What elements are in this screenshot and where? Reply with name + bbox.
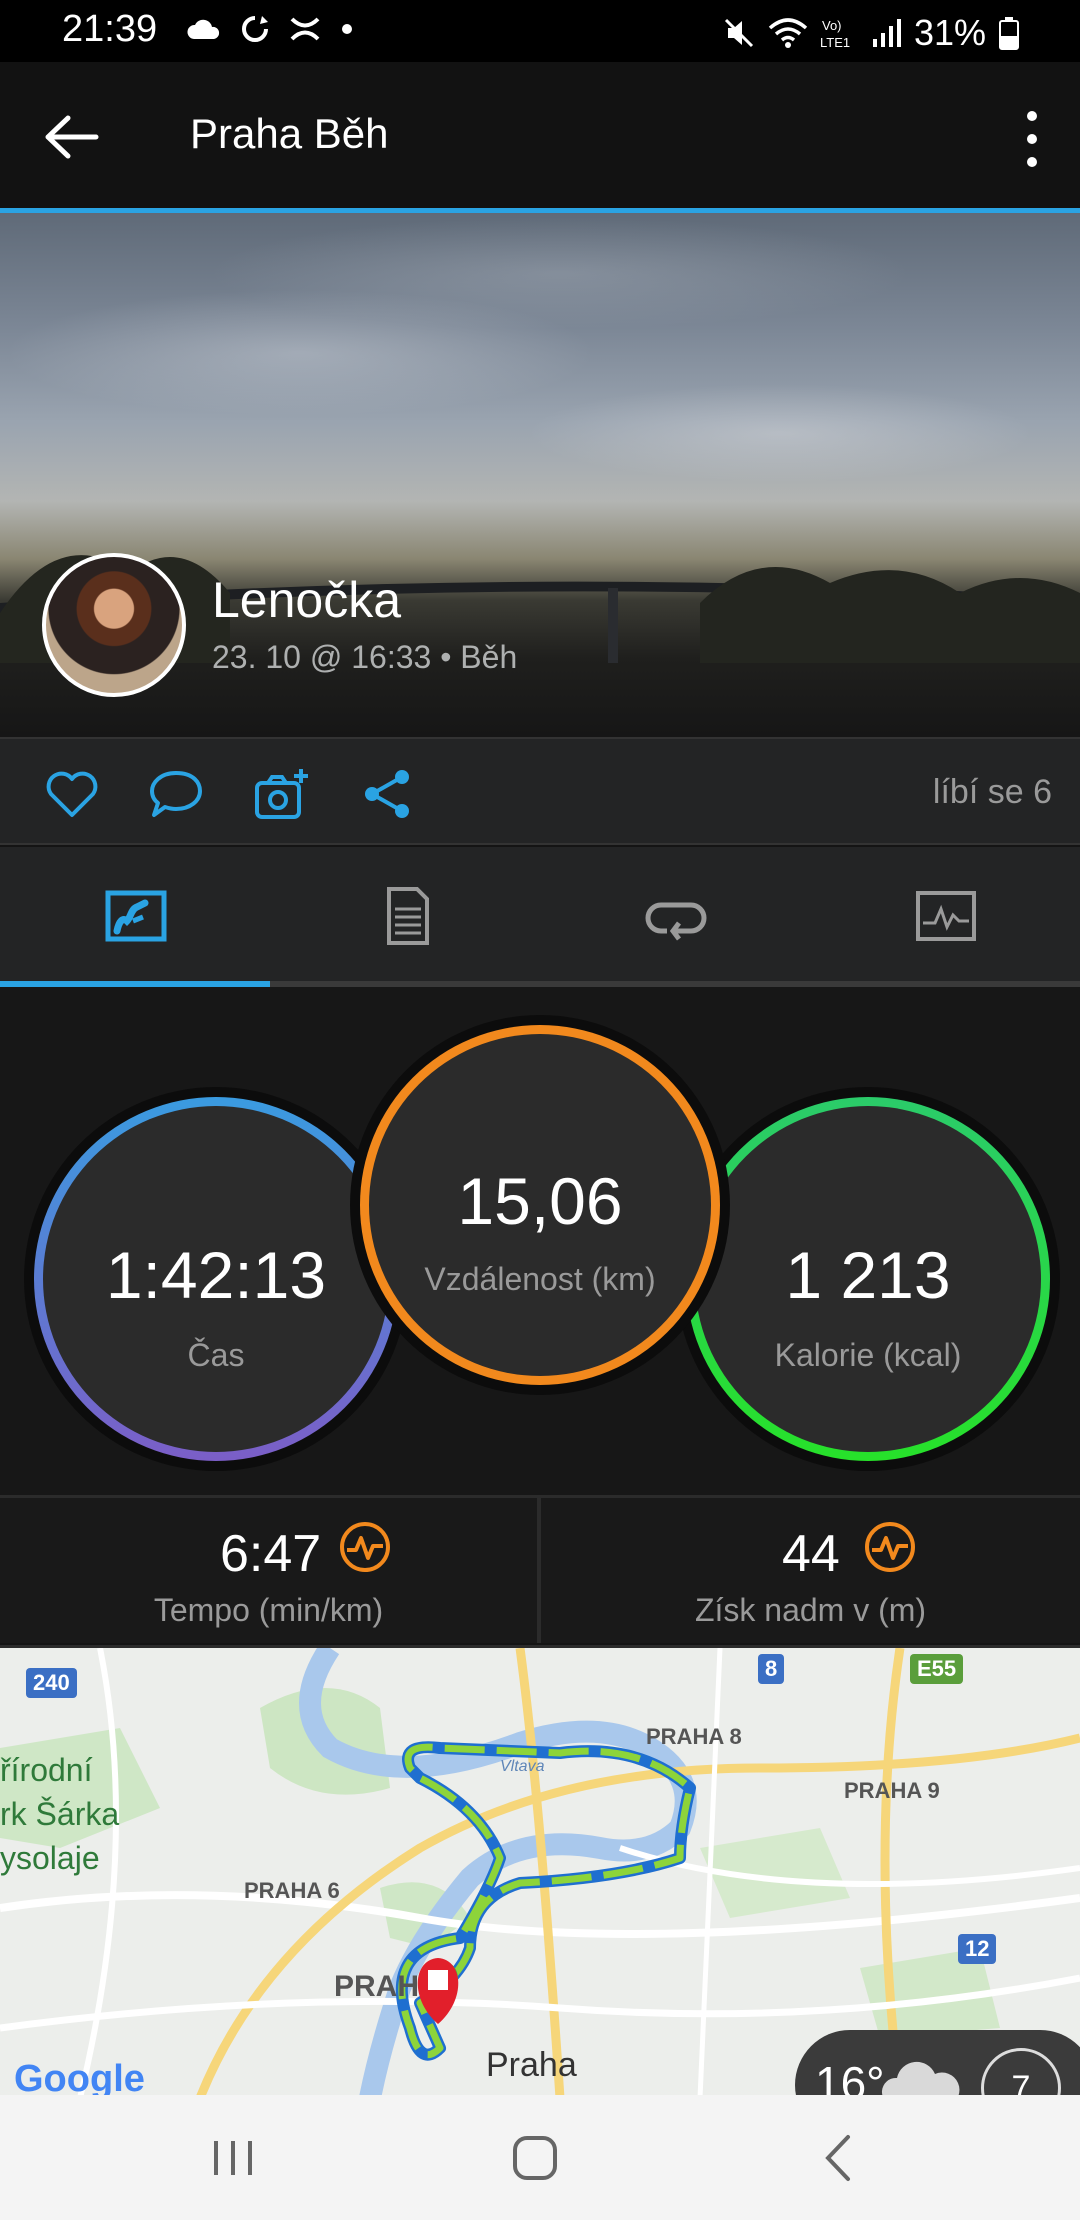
sky-clouds: [0, 213, 1080, 573]
time-label: Čas: [187, 1337, 245, 1373]
pace-label: Tempo (min/km): [153, 1592, 384, 1628]
signal-icon: [872, 19, 901, 47]
stats-panel: 1:42:13 Čas 1 213 Kalorie (kcal) 15,06 V…: [0, 987, 1080, 1495]
time-ring[interactable]: 1:42:13 Čas: [34, 1097, 398, 1461]
like-heart-icon[interactable]: [44, 767, 100, 821]
likes-count[interactable]: líbí se 6: [933, 773, 1052, 812]
pace-stat[interactable]: 6:47 Tempo (min/km): [0, 1495, 537, 1643]
map-label-praha6: PRAHA 6: [244, 1878, 340, 1903]
user-name[interactable]: Lenočka: [212, 571, 401, 629]
calories-label: Kalorie (kcal): [774, 1337, 962, 1373]
activity-cover-photo[interactable]: Lenočka 23. 10 @ 16:33 • Běh: [0, 213, 1080, 737]
tab-details[interactable]: [270, 847, 540, 987]
laps-icon: [645, 902, 707, 941]
map-label-prah: PRAH: [334, 1970, 420, 2003]
elevation-stat[interactable]: 44 Získ nadm v (m): [541, 1495, 1080, 1643]
google-logo: Google: [14, 2058, 145, 2095]
sync-icon: [242, 16, 268, 42]
status-right-icons: Vo) LTE1 31%: [722, 12, 1020, 54]
road-shield-12: 12: [958, 1934, 997, 1964]
map-label-sarka: rk Šárka: [0, 1796, 120, 1832]
page-title: Praha Běh: [190, 110, 389, 157]
share-icon[interactable]: [360, 767, 416, 821]
map-label-ysolaje: ysolaje: [0, 1840, 100, 1876]
back-icon[interactable]: [814, 2133, 864, 2183]
map-label-prirodni: řírodní: [0, 1752, 93, 1788]
road-shield-8: 8: [758, 1654, 785, 1684]
cloud-icon: [187, 19, 220, 39]
distance-label: Vzdálenost (km): [424, 1261, 656, 1297]
recents-icon[interactable]: [208, 2133, 258, 2183]
map-label-praha: Praha: [486, 2046, 577, 2084]
volte-icon: Vo) LTE1: [820, 18, 850, 50]
route-map[interactable]: PRAHA 8 PRAHA 9 PRAHA 6 PRAH Praha řírod…: [0, 1645, 1080, 2095]
map-label-vltava: Vltava: [500, 1758, 545, 1775]
avatar[interactable]: [42, 553, 186, 697]
road-shield-e55: E55: [910, 1654, 964, 1684]
distance-value: 15,06: [457, 1164, 623, 1238]
status-left-icons: [186, 14, 354, 44]
overflow-menu-icon[interactable]: [1012, 104, 1052, 174]
details-icon: [387, 887, 429, 945]
tab-graphs[interactable]: [810, 847, 1080, 987]
action-row: líbí se 6: [0, 737, 1080, 845]
app-bar: Praha Běh: [0, 62, 1080, 210]
heart-rate-icon: [340, 1522, 390, 1572]
svg-text:LTE1: LTE1: [820, 35, 850, 50]
pace-value: 6:47: [220, 1525, 322, 1583]
activity-meta: 23. 10 @ 16:33 • Běh: [212, 639, 518, 675]
distance-ring[interactable]: 15,06 Vzdálenost (km): [360, 1025, 720, 1385]
map-base: [0, 1648, 1080, 2095]
calories-ring[interactable]: 1 213 Kalorie (kcal): [686, 1097, 1050, 1461]
comment-icon[interactable]: [148, 767, 204, 821]
status-time: 21:39: [62, 8, 158, 50]
map-label-praha8: PRAHA 8: [646, 1724, 742, 1749]
graph-icon: [916, 891, 976, 941]
mute-icon: [724, 18, 753, 48]
dot-icon: [342, 24, 352, 34]
elevation-label: Získ nadm v (m): [694, 1592, 927, 1628]
wifi-icon: [768, 18, 808, 48]
tab-overview[interactable]: [0, 847, 270, 987]
battery-icon: [999, 17, 1019, 50]
time-value: 1:42:13: [105, 1238, 327, 1312]
svg-text:Vo): Vo): [822, 18, 842, 33]
road-shield-240: 240: [26, 1668, 77, 1698]
under-armour-icon: [290, 17, 320, 41]
system-nav-bar: [0, 2095, 1080, 2220]
chart-icon: [105, 890, 167, 942]
activity-screen: 21:39 Vo) LTE1 31% Praha Běh Lenočka 23.…: [0, 0, 1080, 2220]
map-label-praha9: PRAHA 9: [844, 1778, 940, 1803]
elevation-value: 44: [782, 1525, 840, 1583]
tab-laps[interactable]: [540, 847, 810, 987]
back-arrow-icon[interactable]: [44, 112, 104, 162]
calories-value: 1 213: [785, 1238, 951, 1312]
home-icon[interactable]: [510, 2133, 560, 2183]
tab-bar: [0, 847, 1080, 987]
add-photo-icon[interactable]: [254, 767, 310, 821]
battery-percent: 31%: [913, 12, 986, 53]
heart-rate-icon: [865, 1522, 915, 1572]
status-bar: 21:39 Vo) LTE1 31%: [0, 0, 1080, 62]
